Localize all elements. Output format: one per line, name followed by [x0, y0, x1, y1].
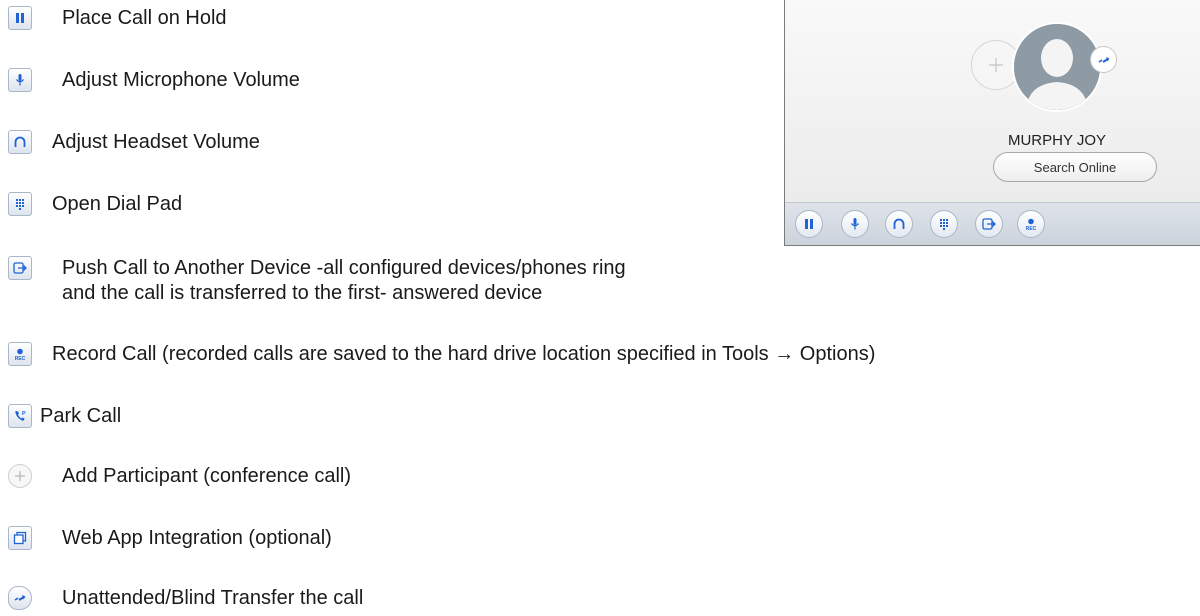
legend-label: Web App Integration (optional)	[62, 527, 332, 549]
contact-name: MURPHY JOY	[1007, 132, 1107, 149]
park-call-icon: P	[8, 404, 32, 428]
record-button-label: REC	[1026, 226, 1037, 232]
pause-icon	[8, 6, 32, 30]
legend-label: Unattended/Blind Transfer the call	[62, 587, 364, 609]
legend-label: Push Call to Another Device -all configu…	[62, 256, 626, 306]
call-panel: MURPHY JOY Search Online REC	[784, 0, 1200, 246]
web-app-icon	[8, 526, 32, 550]
add-participant-icon	[8, 464, 32, 488]
svg-text:P: P	[22, 411, 26, 417]
legend-label: Adjust Headset Volume	[52, 131, 260, 153]
legend-label-line-2: and the call is transferred to the first…	[62, 282, 543, 304]
dial-pad-button[interactable]	[930, 210, 958, 238]
plus-icon	[989, 58, 1003, 72]
microphone-button[interactable]	[841, 210, 869, 238]
legend-item-add-participant: Add Participant (conference call)	[8, 464, 351, 489]
legend-item-blind-transfer: Unattended/Blind Transfer the call	[8, 586, 363, 611]
legend-label: Park Call	[40, 405, 122, 427]
legend-item-microphone: Adjust Microphone Volume	[8, 68, 300, 93]
blind-transfer-icon	[8, 586, 32, 610]
legend-item-record: REC Record Call (recorded calls are save…	[8, 342, 875, 367]
legend-item-web-app: Web App Integration (optional)	[8, 526, 332, 551]
legend-item-headset: Adjust Headset Volume	[8, 130, 260, 155]
record-button[interactable]: REC	[1017, 210, 1045, 238]
blind-transfer-button[interactable]	[1090, 46, 1117, 73]
dial-pad-icon	[8, 192, 32, 216]
blind-transfer-icon	[1098, 56, 1109, 63]
push-call-icon	[8, 256, 32, 280]
push-call-icon	[982, 218, 996, 230]
legend-label: Record Call (recorded calls are saved to…	[52, 343, 876, 365]
push-call-button[interactable]	[975, 210, 1003, 238]
microphone-icon	[8, 68, 32, 92]
legend-item-dial-pad: Open Dial Pad	[8, 192, 182, 217]
legend-item-hold: Place Call on Hold	[8, 6, 227, 31]
search-online-button[interactable]: Search Online	[993, 152, 1157, 182]
legend-label: Add Participant (conference call)	[62, 465, 352, 487]
legend-label-line-1: Push Call to Another Device -all configu…	[62, 257, 626, 279]
legend-label: Place Call on Hold	[62, 7, 227, 29]
contact-avatar	[1012, 22, 1102, 112]
headset-icon	[893, 218, 905, 229]
legend-label: Adjust Microphone Volume	[62, 69, 300, 91]
legend-label: Open Dial Pad	[52, 193, 183, 215]
legend-item-push-call: Push Call to Another Device -all configu…	[8, 256, 626, 306]
headset-icon	[8, 130, 32, 154]
person-silhouette-icon	[1014, 24, 1100, 110]
legend-item-park-call: P Park Call	[8, 404, 121, 429]
dial-pad-icon	[940, 219, 948, 230]
hold-button[interactable]	[795, 210, 823, 238]
record-icon-label: REC	[15, 356, 26, 362]
pause-icon	[805, 219, 813, 229]
microphone-icon	[850, 218, 860, 230]
record-icon: REC	[8, 342, 32, 366]
record-icon: REC	[1026, 218, 1037, 232]
headset-button[interactable]	[885, 210, 913, 238]
call-toolbar: REC	[785, 202, 1200, 245]
